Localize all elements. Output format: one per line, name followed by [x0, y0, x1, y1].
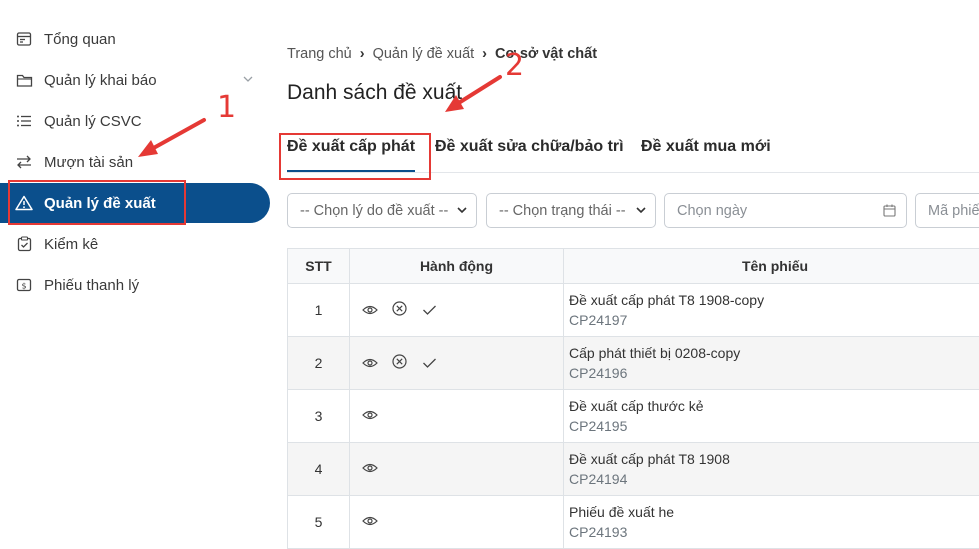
annotation-arrow-1: [138, 120, 204, 157]
annotation-arrow-2: [445, 77, 500, 112]
annotation-arrows: [0, 0, 979, 539]
